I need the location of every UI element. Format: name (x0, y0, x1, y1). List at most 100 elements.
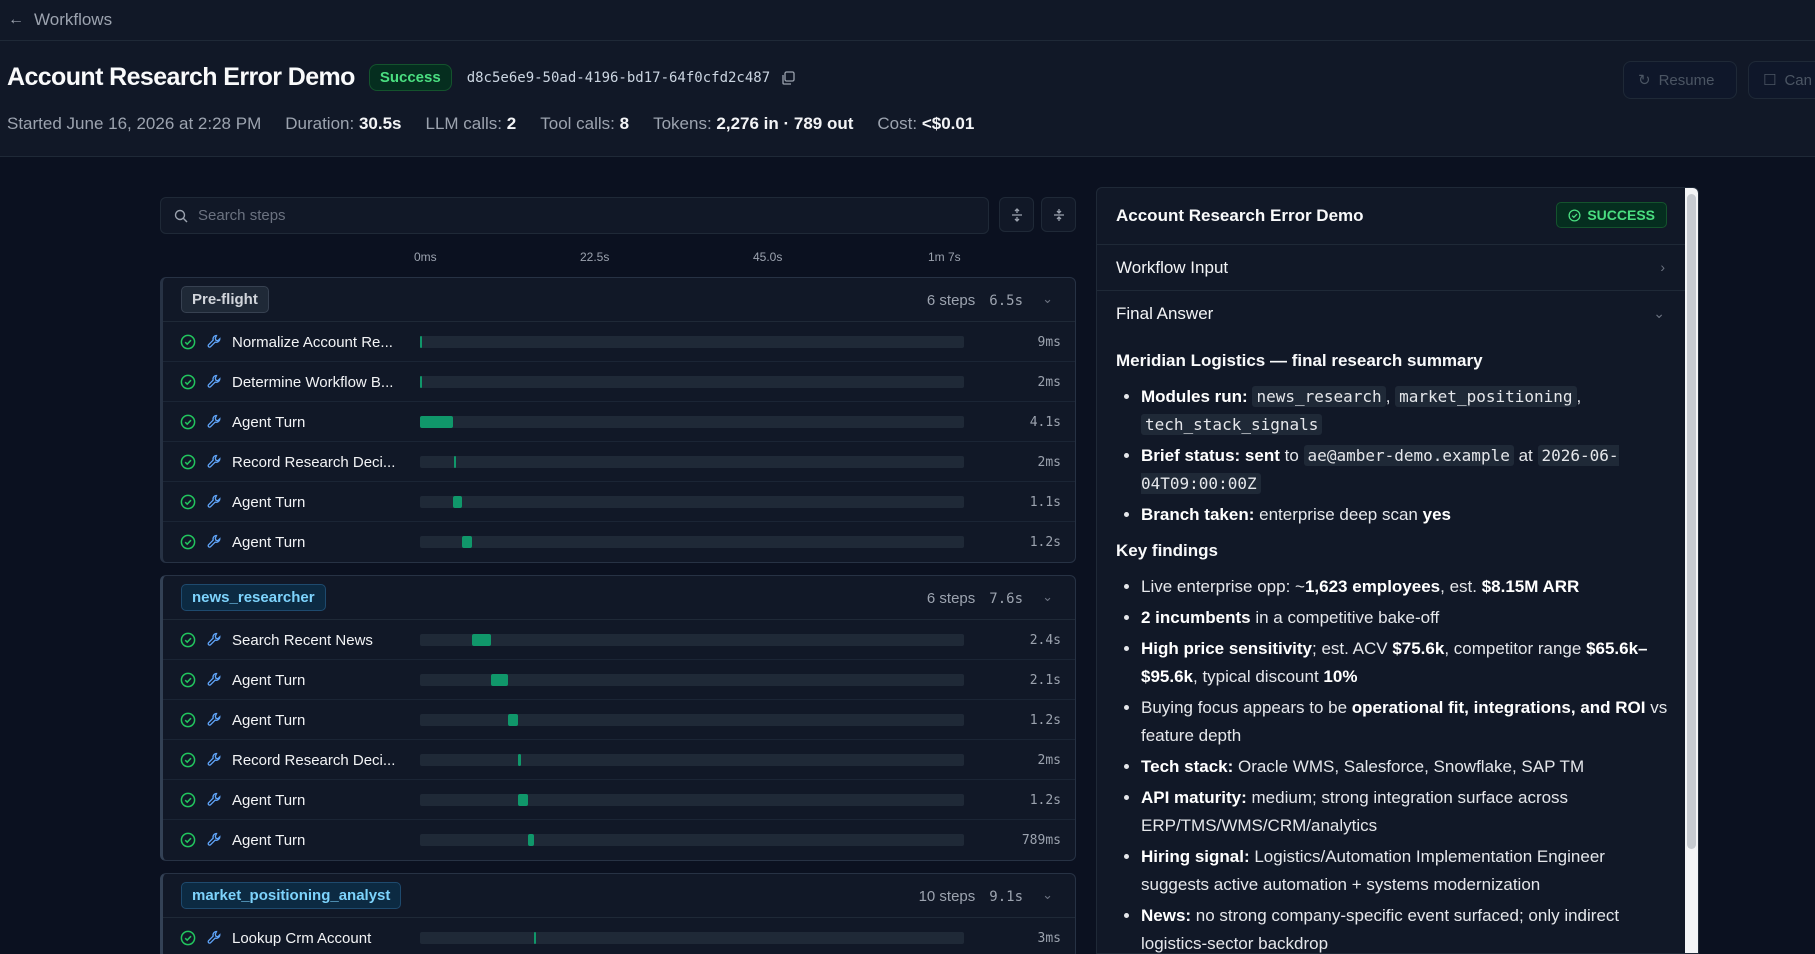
group-header[interactable]: Pre-flight 6 steps 6.5s ⌄ (163, 278, 1075, 322)
step-row[interactable]: Agent Turn 1.2s (163, 700, 1075, 740)
final-answer-section[interactable]: Final Answer ⌄ (1097, 291, 1698, 337)
panel-scrollbar[interactable] (1685, 188, 1698, 953)
wrench-icon (207, 752, 222, 767)
check-circle-icon (180, 792, 196, 808)
step-group: market_positioning_analyst 10 steps 9.1s … (160, 873, 1076, 954)
chevron-right-icon: › (1660, 259, 1665, 275)
list-item: API maturity: medium; strong integration… (1141, 784, 1674, 840)
step-duration: 4.1s (1029, 415, 1061, 430)
started-at: Started June 16, 2026 at 2:28 PM (7, 114, 262, 133)
checkbox-icon: ☐ (1763, 72, 1777, 89)
copy-icon[interactable] (781, 70, 795, 85)
timeline-track (420, 834, 964, 846)
group-steps-count: 6 steps (926, 292, 976, 309)
search-input[interactable] (198, 207, 958, 224)
check-circle-icon (180, 672, 196, 688)
step-row[interactable]: Determine Workflow B... 2ms (163, 362, 1075, 402)
step-row[interactable]: Agent Turn 1.2s (163, 522, 1075, 562)
step-duration: 2.4s (1029, 633, 1061, 648)
check-circle-icon (180, 632, 196, 648)
scroll-thumb[interactable] (1687, 194, 1696, 849)
step-row[interactable]: Agent Turn 4.1s (163, 402, 1075, 442)
group-duration: 9.1s (989, 889, 1023, 905)
wrench-icon (207, 632, 222, 647)
step-duration: 2ms (1037, 455, 1061, 470)
group-duration: 7.6s (989, 591, 1023, 607)
step-name: Lookup Crm Account (232, 930, 372, 947)
axis-tick: 1m 7s (928, 250, 961, 264)
back-arrow-icon[interactable]: ← (8, 11, 24, 29)
timeline-bar (453, 496, 463, 508)
workflow-input-section[interactable]: Workflow Input › (1097, 245, 1698, 291)
step-name: Record Research Deci... (232, 752, 396, 769)
group-header[interactable]: news_researcher 6 steps 7.6s ⌄ (163, 576, 1075, 620)
duration-stat: Duration: 30.5s (285, 114, 402, 133)
list-item: Tech stack: Oracle WMS, Salesforce, Snow… (1141, 753, 1674, 781)
step-name: Determine Workflow B... (232, 374, 394, 391)
step-duration: 3ms (1037, 931, 1061, 946)
search-box (160, 197, 989, 234)
chevron-down-icon[interactable]: ⌄ (1042, 291, 1053, 307)
wrench-icon (207, 712, 222, 727)
step-row[interactable]: Agent Turn 1.1s (163, 482, 1075, 522)
chevron-down-icon[interactable]: ⌄ (1042, 589, 1053, 605)
step-row[interactable]: Agent Turn 789ms (163, 820, 1075, 860)
summary-list: Modules run: news_research, market_posit… (1116, 383, 1674, 529)
step-name: Agent Turn (232, 534, 306, 551)
step-row[interactable]: Normalize Account Re... 9ms (163, 322, 1075, 362)
step-row[interactable]: Search Recent News 2.4s (163, 620, 1075, 660)
timeline-track (420, 634, 964, 646)
check-circle-icon (180, 712, 196, 728)
group-header[interactable]: market_positioning_analyst 10 steps 9.1s … (163, 874, 1075, 918)
panel-status-badge: SUCCESS (1556, 202, 1667, 228)
group-steps: Search Recent News 2.4s Agent Turn 2.1s Agen… (163, 620, 1075, 860)
step-name: Agent Turn (232, 712, 306, 729)
check-circle-icon (180, 752, 196, 768)
group-name: Pre-flight (181, 286, 269, 313)
llm-calls-stat: LLM calls: 2 (425, 114, 517, 133)
wrench-icon (207, 792, 222, 807)
timeline-track (420, 456, 964, 468)
chevron-down-icon[interactable]: ⌄ (1042, 887, 1053, 903)
check-circle-icon (180, 374, 196, 390)
expand-all-button[interactable] (999, 197, 1034, 232)
axis-tick: 45.0s (753, 250, 783, 264)
step-row[interactable]: Record Research Deci... 2ms (163, 740, 1075, 780)
timeline-bar (517, 794, 528, 806)
list-item: Modules run: news_research, market_posit… (1141, 383, 1674, 439)
panel-header: Account Research Error Demo SUCCESS (1097, 188, 1698, 245)
list-item: High price sensitivity; est. ACV $75.6k,… (1141, 635, 1674, 691)
timeline-bar (527, 834, 535, 846)
timeline-track (420, 794, 964, 806)
back-link[interactable]: Workflows (34, 10, 112, 30)
check-circle-icon (180, 534, 196, 550)
timeline-track (420, 496, 964, 508)
collapse-icon (1053, 208, 1064, 221)
timeline-bar (420, 376, 422, 388)
run-id: d8c5e6e9-50ad-4196-bd17-64f0cfd2c487 (466, 69, 771, 86)
timeline-axis: 0ms 22.5s 45.0s 1m 7s (0, 250, 1000, 266)
wrench-icon (207, 374, 222, 389)
list-item: Live enterprise opp: ~1,623 employees, e… (1141, 573, 1674, 601)
check-circle-icon (180, 414, 196, 430)
resume-button[interactable]: ↻ Resume (1623, 61, 1737, 99)
wrench-icon (207, 534, 222, 549)
step-duration: 789ms (1021, 833, 1061, 848)
wrench-icon (207, 672, 222, 687)
step-duration: 1.1s (1029, 495, 1061, 510)
final-answer-content: Meridian Logistics — final research summ… (1097, 337, 1698, 953)
step-row[interactable]: Agent Turn 2.1s (163, 660, 1075, 700)
timeline-bar (420, 416, 454, 428)
axis-tick: 22.5s (580, 250, 610, 264)
detail-panel: Account Research Error Demo SUCCESS Work… (1096, 187, 1699, 954)
collapse-all-button[interactable] (1041, 197, 1076, 232)
wrench-icon (207, 334, 222, 349)
step-row[interactable]: Agent Turn 1.2s (163, 780, 1075, 820)
step-duration: 1.2s (1029, 793, 1061, 808)
timeline-track (420, 754, 964, 766)
timeline-track (420, 714, 964, 726)
step-row[interactable]: Record Research Deci... 2ms (163, 442, 1075, 482)
step-row[interactable]: Lookup Crm Account 3ms (163, 918, 1075, 954)
cancel-button[interactable]: ☐ Can (1748, 61, 1815, 99)
list-item: Brief status: sent to ae@amber-demo.exam… (1141, 442, 1674, 498)
